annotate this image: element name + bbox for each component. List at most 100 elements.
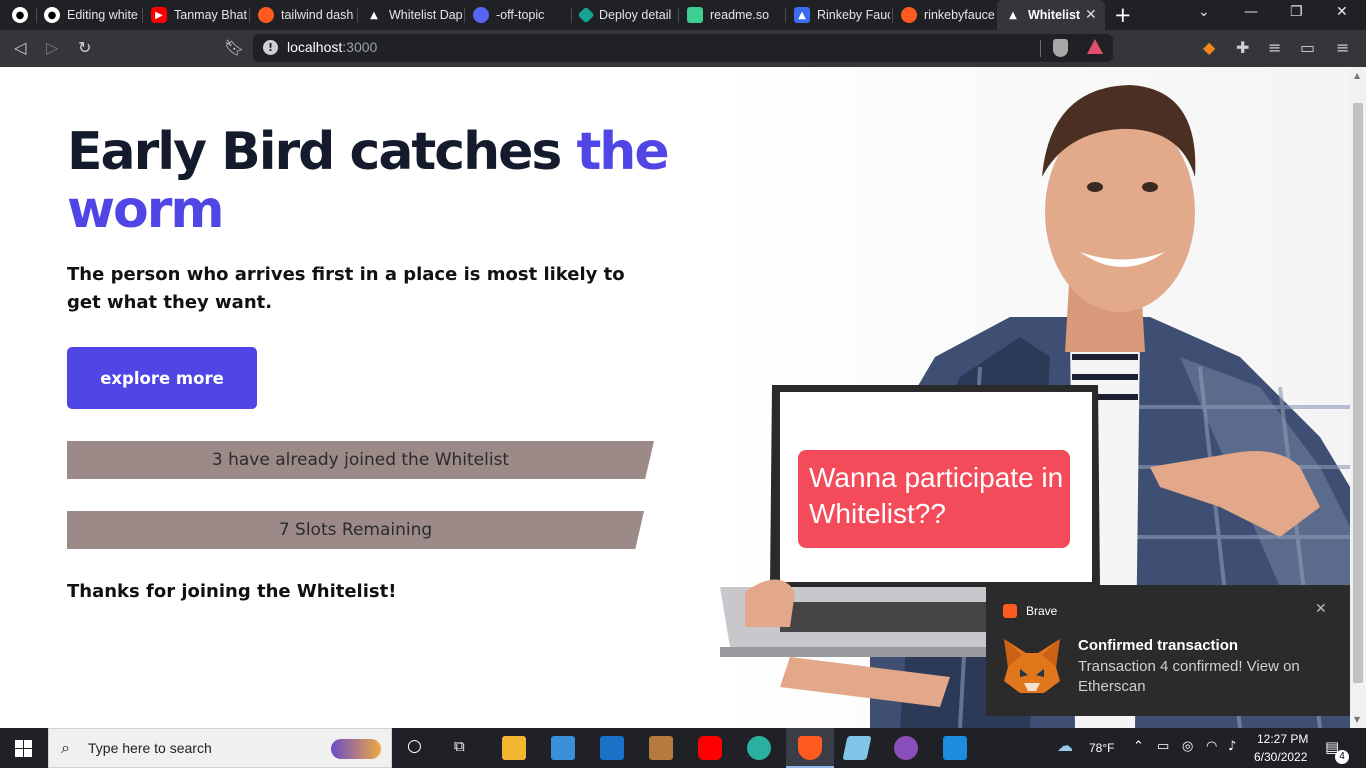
brave-icon [1003, 604, 1017, 618]
search-icon: ⌕ [61, 738, 70, 757]
close-icon[interactable]: ✕ [1315, 601, 1327, 617]
scroll-down-icon[interactable]: ▼ [1354, 715, 1360, 724]
hero-title: Early Bird catches the worm [67, 123, 707, 239]
start-button[interactable] [15, 740, 33, 758]
extensions-icon[interactable]: ✚ [1236, 38, 1249, 57]
site-info-icon[interactable]: ! [263, 40, 278, 55]
tab-discord[interactable]: -off-topic [465, 3, 569, 27]
windows-logo-icon [15, 749, 23, 757]
media-controls-icon[interactable]: ≡ [1268, 38, 1281, 57]
tab-label: Whitelist Dap [389, 8, 462, 22]
tab-label: Rinkeby Fauc [817, 8, 890, 22]
slots-remaining-bar: 7 Slots Remaining [67, 511, 644, 549]
tab-tailwind[interactable]: tailwind dash [250, 3, 355, 27]
youtube-icon[interactable] [698, 736, 722, 760]
brave-shields-icon[interactable] [1053, 39, 1068, 57]
volume-icon[interactable]: ♪ [1228, 739, 1236, 754]
task-view-icon[interactable]: ⧉ [454, 737, 465, 755]
tab-label: rinkebyfauce [924, 8, 995, 22]
tab-label: Deploy detail [599, 8, 672, 22]
wifi-icon[interactable]: ◠ [1206, 739, 1217, 754]
url-host: localhost [287, 39, 343, 55]
new-tab-button[interactable]: + [1114, 3, 1132, 27]
reload-icon[interactable]: ↻ [78, 38, 91, 57]
brave-icon [901, 7, 917, 23]
faucet-icon: ▲ [794, 7, 810, 23]
close-window-button[interactable]: ✕ [1336, 4, 1348, 20]
menu-icon[interactable]: ≡ [1336, 38, 1349, 57]
explore-more-button[interactable]: explore more [67, 347, 257, 409]
address-bar-divider [1040, 40, 1041, 57]
tab-search-icon[interactable]: ⌄ [1198, 4, 1210, 20]
notification-toast[interactable]: Brave ✕ Confirmed transaction Transactio… [986, 585, 1350, 716]
netlify-icon [577, 6, 595, 24]
hero-description: The person who arrives first in a place … [67, 264, 625, 313]
restore-button[interactable]: ❐ [1290, 4, 1303, 20]
weather-temp[interactable]: 78°F [1089, 741, 1114, 755]
scroll-up-icon[interactable]: ▲ [1354, 71, 1360, 80]
tab-whitelist-dapp[interactable]: ▲ Whitelist Dap [358, 3, 462, 27]
tab-editing-whitelist[interactable]: ● Editing white [36, 3, 140, 27]
hero-title-main: Early Bird catches [67, 122, 577, 182]
url-port: :3000 [342, 39, 378, 55]
url-text[interactable]: localhost:3000 [287, 39, 377, 55]
discord-icon [473, 7, 489, 23]
metamask-fox-icon [1004, 639, 1060, 693]
github-desktop-icon[interactable] [894, 736, 918, 760]
tab-readme[interactable]: readme.so [679, 3, 783, 27]
tab-label: Editing white [67, 8, 138, 22]
tab-strip: ● ● Editing white ▶ Tanmay Bhat tailwind… [0, 0, 1366, 30]
scroll-thumb[interactable] [1353, 103, 1363, 683]
windows-logo-icon [24, 749, 32, 757]
chevron-up-icon[interactable]: ⌃ [1133, 739, 1144, 754]
toast-body: Transaction 4 confirmed! View on Ethersc… [1078, 658, 1300, 695]
address-bar[interactable]: ! localhost:3000 [253, 34, 1113, 62]
tab-youtube[interactable]: ▶ Tanmay Bhat [143, 3, 247, 27]
windows-taskbar: ⌕ Type here to search ○ ⧉ ☁ 78°F ⌃ ▭ ◎ ◠… [0, 728, 1366, 768]
back-icon[interactable]: ◁ [14, 38, 26, 57]
tab-label: Tanmay Bhat [174, 8, 247, 22]
app-icon[interactable]: ◎ [1182, 739, 1193, 754]
minimize-button[interactable]: — [1244, 4, 1258, 20]
mail-icon[interactable] [600, 736, 624, 760]
search-highlight-icon [331, 739, 381, 759]
page-scrollbar[interactable]: ▲ ▼ [1350, 67, 1366, 728]
youtube-icon: ▶ [151, 7, 167, 23]
thanks-message: Thanks for joining the Whitelist! [67, 581, 397, 602]
wallet-icon[interactable]: ▭ [1300, 38, 1315, 57]
tab-rinkebyfaucet[interactable]: rinkebyfauce [893, 3, 996, 27]
laptop-screen-text: Wanna participate in Whitelist?? [798, 450, 1070, 548]
tab-close-icon[interactable]: ✕ [1085, 7, 1097, 23]
brave-taskbar-active[interactable] [786, 728, 834, 768]
brave-rewards-icon[interactable] [1087, 39, 1103, 54]
brave-icon [798, 736, 822, 760]
clock-date[interactable]: 6/30/2022 [1254, 750, 1307, 764]
vercel-icon: ▲ [1009, 9, 1017, 21]
taskbar-search-box[interactable]: ⌕ Type here to search [48, 728, 392, 768]
search-placeholder: Type here to search [88, 740, 212, 756]
cortana-icon[interactable]: ○ [407, 736, 422, 756]
file-explorer-icon[interactable] [502, 736, 526, 760]
tab-label: readme.so [710, 8, 770, 22]
notepad-icon[interactable] [842, 736, 872, 760]
brave-icon [258, 7, 274, 23]
bookmark-icon[interactable]: 🔖︎ [224, 38, 244, 57]
edge-icon[interactable] [747, 736, 771, 760]
github-icon: ● [12, 7, 28, 23]
microsoft-store-icon[interactable] [551, 736, 575, 760]
tab-rinkeby-faucet[interactable]: ▲ Rinkeby Fauc [786, 3, 890, 27]
browser-toolbar: ◁ ▷ ↻ 🔖︎ ! localhost:3000 ◆ ✚ ≡ ▭ ≡ [0, 30, 1366, 67]
weather-icon[interactable]: ☁ [1057, 736, 1073, 755]
readme-icon [687, 7, 703, 23]
minecraft-icon[interactable] [649, 736, 673, 760]
metamask-extension-icon[interactable]: ◆ [1203, 38, 1215, 57]
clock-time[interactable]: 12:27 PM [1257, 732, 1308, 746]
tab-github-pinned[interactable]: ● [4, 3, 34, 27]
vercel-icon: ▲ [370, 9, 378, 21]
vscode-icon[interactable] [943, 736, 967, 760]
notification-count-badge: 4 [1335, 750, 1349, 764]
toast-app-name: Brave [1026, 604, 1058, 618]
battery-icon[interactable]: ▭ [1157, 739, 1169, 754]
tab-deploy[interactable]: Deploy detail [572, 3, 676, 27]
forward-icon[interactable]: ▷ [46, 38, 58, 57]
